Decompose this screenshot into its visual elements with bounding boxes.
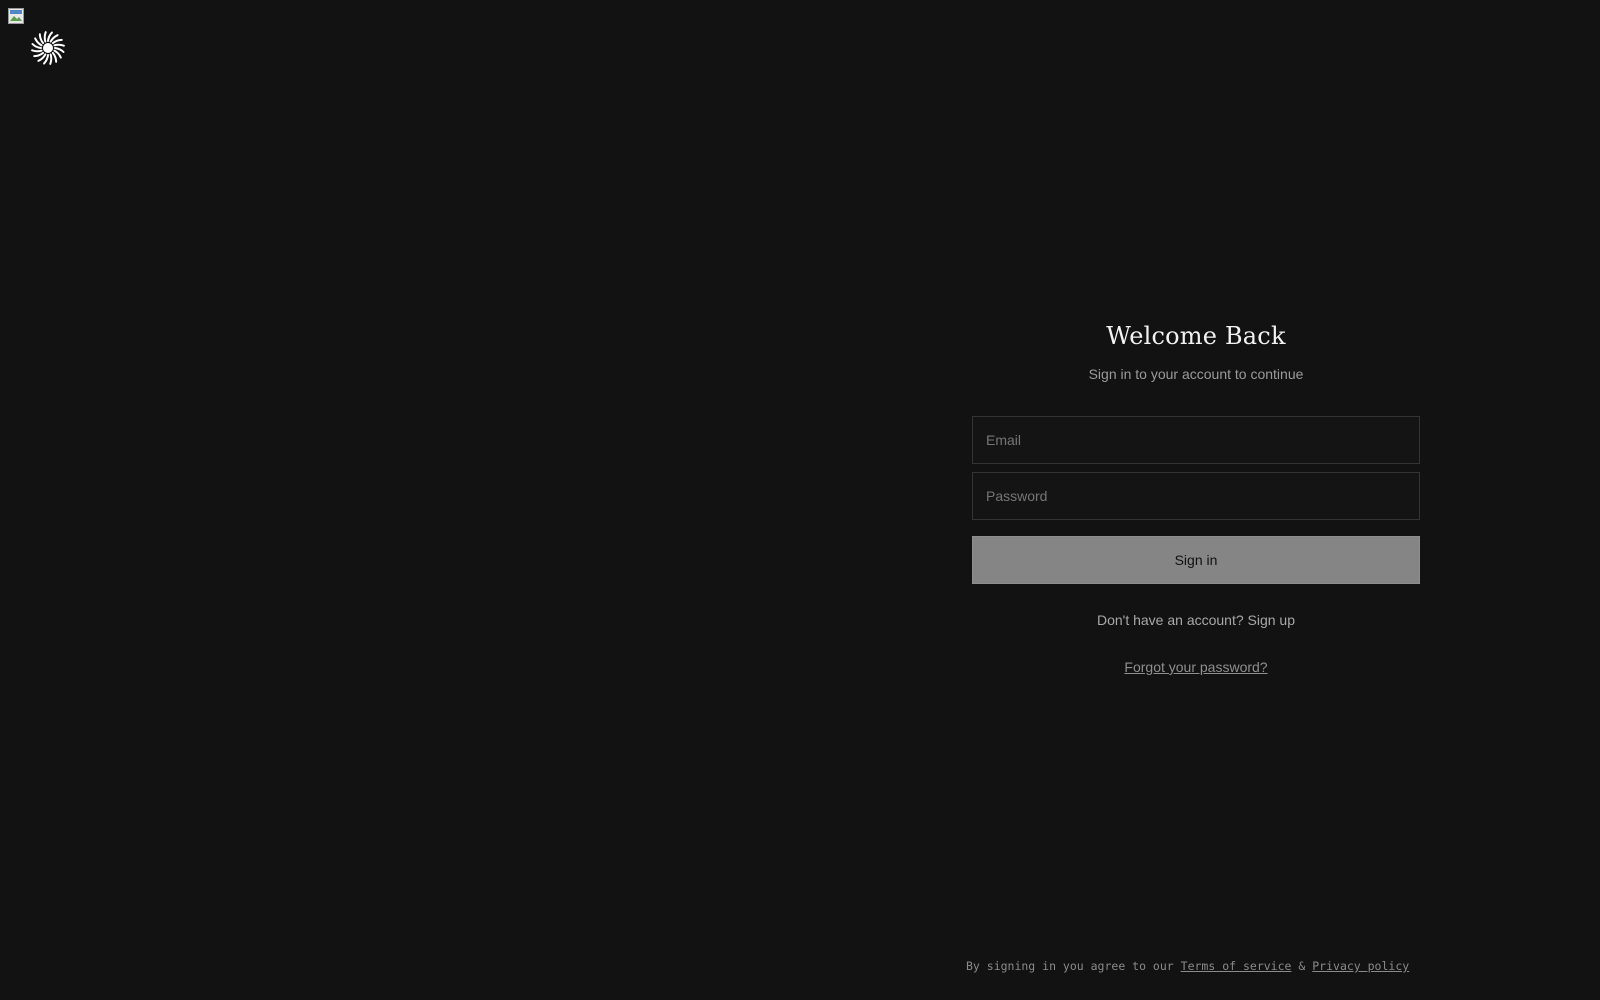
page-title: Welcome Back [1106, 322, 1286, 350]
sign-in-button[interactable]: Sign in [972, 536, 1420, 584]
page-subtitle: Sign in to your account to continue [1088, 366, 1304, 382]
logo-ray [49, 53, 53, 65]
broken-image-icon [8, 8, 24, 24]
terms-link[interactable]: Terms of service [1181, 959, 1292, 973]
logo-ray [51, 38, 63, 45]
logo-ray [38, 33, 45, 45]
logo-ray [43, 31, 47, 43]
legal-footer: By signing in you agree to our Terms of … [966, 958, 1428, 974]
forgot-password-row: Forgot your password? [972, 657, 1420, 677]
legal-separator: & [1298, 959, 1306, 973]
sunburst-logo-icon [31, 31, 65, 65]
logo-ray [33, 51, 45, 58]
logo-ray [53, 43, 65, 47]
password-input[interactable] [972, 472, 1420, 520]
sign-up-link[interactable]: Don't have an account? Sign up [1097, 612, 1295, 628]
forgot-password-link[interactable]: Forgot your password? [1124, 659, 1267, 675]
logo-ray [51, 51, 58, 63]
email-input[interactable] [972, 416, 1420, 464]
signup-prompt: Don't have an account? Sign up [972, 610, 1420, 630]
login-page: Welcome Back Sign in to your account to … [0, 0, 1600, 1000]
login-form: Welcome Back Sign in to your account to … [972, 318, 1420, 677]
logo-ray [31, 49, 43, 53]
legal-prefix: By signing in you agree to our [966, 959, 1174, 973]
privacy-link[interactable]: Privacy policy [1312, 959, 1409, 973]
